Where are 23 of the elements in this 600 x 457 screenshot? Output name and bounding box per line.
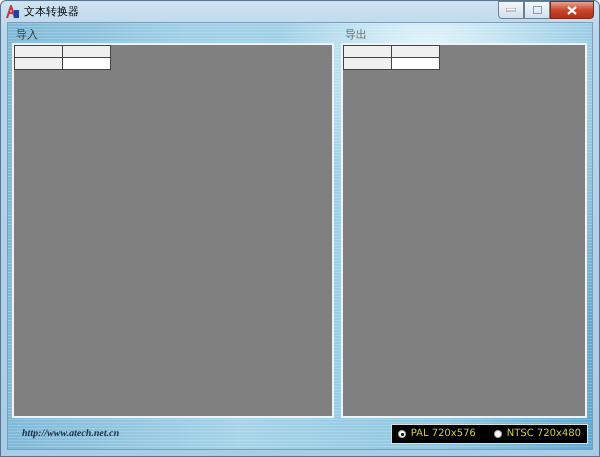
grid-cell[interactable] <box>344 58 391 69</box>
panel-label: 导出 <box>344 27 368 43</box>
minimize-icon <box>506 8 516 12</box>
radio-icon[interactable] <box>494 430 502 438</box>
window-title: 文本转换器 <box>24 4 79 19</box>
close-icon <box>567 6 577 14</box>
maximize-button[interactable] <box>524 1 550 19</box>
panel-label: 导入 <box>15 27 39 43</box>
app-logo-icon <box>6 4 20 18</box>
minimize-button[interactable] <box>498 1 524 19</box>
radio-icon[interactable] <box>398 430 406 438</box>
grid-cell[interactable] <box>15 58 62 69</box>
grid-cell[interactable] <box>15 46 62 57</box>
format-radio[interactable]: NTSC 720x480 <box>494 428 581 439</box>
grid-cell[interactable] <box>63 58 110 69</box>
format-radio[interactable]: PAL 720x576 <box>398 428 476 439</box>
grid-cell[interactable] <box>392 58 439 69</box>
website-link[interactable]: http://www.atech.net.cn <box>12 428 120 439</box>
close-button[interactable] <box>550 1 594 19</box>
grid-cell[interactable] <box>392 46 439 57</box>
grid-cell[interactable] <box>63 46 110 57</box>
maximize-icon <box>532 6 542 14</box>
grid-cell[interactable] <box>344 46 391 57</box>
